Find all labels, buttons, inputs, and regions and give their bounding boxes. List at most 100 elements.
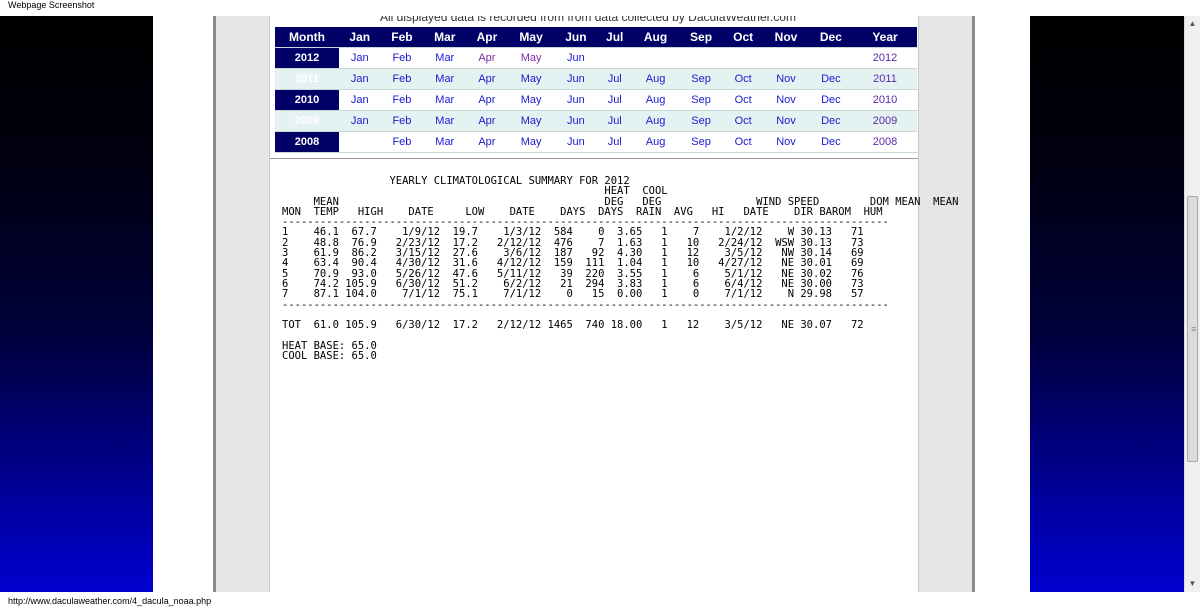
month-header-jan: Jan <box>339 27 381 48</box>
month-header-apr: Apr <box>466 27 508 48</box>
month-link-2012-may[interactable]: May <box>507 47 555 69</box>
month-link-2011-jan[interactable]: Jan <box>339 68 381 90</box>
month-header-dec: Dec <box>808 27 853 48</box>
month-link-2009-jun[interactable]: Jun <box>554 110 598 132</box>
year-label: 2010 <box>275 89 339 111</box>
month-link-2011-nov[interactable]: Nov <box>763 68 809 90</box>
month-link-2008-apr[interactable]: Apr <box>466 131 508 153</box>
month-link-2008-may[interactable]: May <box>507 131 555 153</box>
content-page: All displayed data is recorded from from… <box>269 16 958 592</box>
month-link-2009-may[interactable]: May <box>507 110 555 132</box>
empty-cell <box>808 47 853 69</box>
month-link-2009-mar[interactable]: Mar <box>423 110 467 132</box>
status-bar: http://www.daculaweather.com/4_dacula_no… <box>0 592 1200 609</box>
left-gradient-background <box>0 16 153 592</box>
month-link-2012-jan[interactable]: Jan <box>339 47 381 69</box>
month-link-2008-jun[interactable]: Jun <box>554 131 598 153</box>
year-link-2009[interactable]: 2009 <box>853 110 917 132</box>
month-link-2012-feb[interactable]: Feb <box>380 47 424 69</box>
month-link-2008-nov[interactable]: Nov <box>763 131 809 153</box>
month-link-2011-sep[interactable]: Sep <box>678 68 724 90</box>
month-link-2010-nov[interactable]: Nov <box>763 89 809 111</box>
month-link-2010-apr[interactable]: Apr <box>466 89 508 111</box>
year-row-2012: 2012 Jan Feb Mar Apr May Jun 2012 <box>275 47 917 69</box>
month-link-2011-feb[interactable]: Feb <box>380 68 424 90</box>
year-column-header: Year <box>853 27 917 48</box>
empty-cell <box>723 47 764 69</box>
year-link-2011[interactable]: 2011 <box>853 68 917 90</box>
vertical-scrollbar[interactable]: ▲ ≡ ▼ <box>1184 16 1200 592</box>
year-link-2012[interactable]: 2012 <box>853 47 917 69</box>
month-link-2009-oct[interactable]: Oct <box>723 110 764 132</box>
month-link-2009-dec[interactable]: Dec <box>808 110 853 132</box>
month-header-nov: Nov <box>763 27 809 48</box>
month-link-2009-nov[interactable]: Nov <box>763 110 809 132</box>
month-link-2010-mar[interactable]: Mar <box>423 89 467 111</box>
month-link-2011-mar[interactable]: Mar <box>423 68 467 90</box>
divider <box>270 158 918 159</box>
month-link-2008-mar[interactable]: Mar <box>423 131 467 153</box>
month-link-2011-dec[interactable]: Dec <box>808 68 853 90</box>
grip-icon: ≡ <box>1191 324 1197 334</box>
year-link-2008[interactable]: 2008 <box>853 131 917 153</box>
scroll-up-icon[interactable]: ▲ <box>1185 16 1200 32</box>
year-link-2010[interactable]: 2010 <box>853 89 917 111</box>
month-link-2011-jul[interactable]: Jul <box>597 68 633 90</box>
month-link-2010-may[interactable]: May <box>507 89 555 111</box>
month-link-2011-oct[interactable]: Oct <box>723 68 764 90</box>
month-header-aug: Aug <box>632 27 679 48</box>
window-title: Webpage Screenshot <box>8 0 95 10</box>
scroll-down-icon[interactable]: ▼ <box>1185 576 1200 592</box>
month-link-2009-jul[interactable]: Jul <box>597 110 633 132</box>
month-link-2010-dec[interactable]: Dec <box>808 89 853 111</box>
month-link-2009-jan[interactable]: Jan <box>339 110 381 132</box>
month-link-2009-aug[interactable]: Aug <box>632 110 679 132</box>
month-link-2008-feb[interactable]: Feb <box>380 131 424 153</box>
month-link-2008-oct[interactable]: Oct <box>723 131 764 153</box>
month-link-2011-may[interactable]: May <box>507 68 555 90</box>
year-row-2011: 2011 Jan Feb Mar Apr May Jun Jul Aug Sep Oct Nov Dec… <box>275 68 917 90</box>
month-link-2011-aug[interactable]: Aug <box>632 68 679 90</box>
month-link-2011-apr[interactable]: Apr <box>466 68 508 90</box>
month-link-2010-aug[interactable]: Aug <box>632 89 679 111</box>
empty-cell <box>763 47 809 69</box>
month-link-2010-feb[interactable]: Feb <box>380 89 424 111</box>
month-link-2010-oct[interactable]: Oct <box>723 89 764 111</box>
empty-cell <box>678 47 724 69</box>
month-link-2011-jun[interactable]: Jun <box>554 68 598 90</box>
month-link-2009-sep[interactable]: Sep <box>678 110 724 132</box>
month-link-2009-feb[interactable]: Feb <box>380 110 424 132</box>
browser-viewport: All displayed data is recorded from from… <box>0 16 1184 592</box>
month-link-2008-jul[interactable]: Jul <box>597 131 633 153</box>
year-row-2010: 2010 Jan Feb Mar Apr May Jun Jul Aug Sep Oct Nov Dec… <box>275 89 917 111</box>
month-header-mar: Mar <box>423 27 467 48</box>
data-source-notice: All displayed data is recorded from from… <box>380 16 796 24</box>
year-row-2008: 2008 Feb Mar Apr May Jun Jul Aug Sep Oct Nov Dec 200… <box>275 131 917 153</box>
month-header-jul: Jul <box>597 27 633 48</box>
window-titlebar: Webpage Screenshot <box>0 0 1200 16</box>
climatological-summary: YEARLY CLIMATOLOGICAL SUMMARY FOR 2012 H… <box>282 175 959 363</box>
month-link-2010-jul[interactable]: Jul <box>597 89 633 111</box>
year-label: 2008 <box>275 131 339 153</box>
month-column-header: Month <box>275 27 339 48</box>
month-link-2012-mar[interactable]: Mar <box>423 47 467 69</box>
month-link-2012-apr[interactable]: Apr <box>466 47 508 69</box>
month-link-2010-jun[interactable]: Jun <box>554 89 598 111</box>
year-label: 2009 <box>275 110 339 132</box>
month-header-sep: Sep <box>678 27 724 48</box>
month-link-2008-sep[interactable]: Sep <box>678 131 724 153</box>
month-header-oct: Oct <box>723 27 764 48</box>
month-table-body: 2012 Jan Feb Mar Apr May Jun 2012 2011 Jan Feb Mar A… <box>275 47 917 153</box>
scrollbar-thumb[interactable]: ≡ <box>1187 196 1198 462</box>
month-link-2012-jun[interactable]: Jun <box>554 47 598 69</box>
year-label: 2012 <box>275 47 339 69</box>
month-archive-table: Month Jan Feb Mar Apr May Jun Jul Aug Sep Oct Nov De… <box>275 27 917 153</box>
month-table-header: Month Jan Feb Mar Apr May Jun Jul Aug Sep Oct Nov De… <box>275 27 917 48</box>
empty-cell <box>339 131 381 153</box>
month-link-2008-aug[interactable]: Aug <box>632 131 679 153</box>
month-link-2008-dec[interactable]: Dec <box>808 131 853 153</box>
status-url: http://www.daculaweather.com/4_dacula_no… <box>8 596 212 606</box>
month-link-2010-jan[interactable]: Jan <box>339 89 381 111</box>
month-link-2009-apr[interactable]: Apr <box>466 110 508 132</box>
month-link-2010-sep[interactable]: Sep <box>678 89 724 111</box>
